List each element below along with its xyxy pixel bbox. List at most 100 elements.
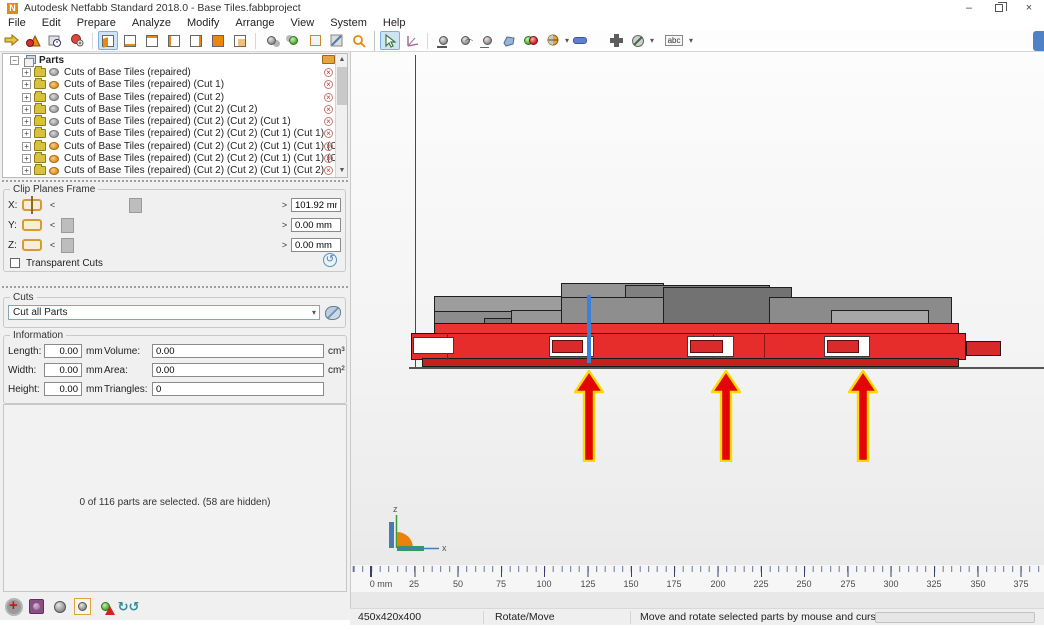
fit-view-button[interactable]	[499, 31, 519, 50]
slider-increase-button[interactable]: >	[280, 240, 289, 250]
menu-analyze[interactable]: Analyze	[124, 17, 179, 29]
menu-arrange[interactable]: Arrange	[227, 17, 282, 29]
clip-z-value-field[interactable]	[291, 238, 341, 252]
open-folder-icon[interactable]	[322, 55, 335, 64]
tree-row[interactable]: + Cuts of Base Tiles (repaired) (Cut 2) …	[3, 164, 347, 177]
add-part-analysis-button[interactable]	[67, 31, 87, 50]
pan-view-button[interactable]	[477, 31, 497, 50]
scroll-down-icon[interactable]: ▼	[336, 165, 347, 177]
tree-row[interactable]: + Cuts of Base Tiles (repaired) (Cut 1) …	[3, 78, 347, 91]
expand-icon[interactable]: +	[22, 129, 31, 139]
label-caret-icon[interactable]: ▾	[689, 36, 693, 45]
import-part-button[interactable]	[1, 31, 21, 50]
view-bottom-button[interactable]	[230, 31, 250, 50]
clip-x-value-field[interactable]	[291, 198, 341, 212]
clip-y-slider-thumb[interactable]	[61, 217, 74, 233]
cuts-dropdown[interactable]: Cut all Parts ▾	[8, 305, 320, 320]
scroll-up-icon[interactable]: ▲	[336, 54, 347, 66]
visibility-eye-icon[interactable]	[49, 129, 59, 138]
tree-row[interactable]: + Cuts of Base Tiles (repaired) (Cut 2) …	[3, 115, 347, 127]
length-field[interactable]	[44, 344, 82, 358]
view-top-button[interactable]	[208, 31, 228, 50]
remove-part-icon[interactable]: ×	[324, 166, 333, 176]
scrollbar-thumb[interactable]	[337, 67, 347, 105]
visibility-eye-icon[interactable]	[49, 166, 59, 175]
zoom-to-part-button[interactable]	[433, 31, 453, 50]
menu-help[interactable]: Help	[375, 17, 414, 29]
restore-button[interactable]	[984, 0, 1014, 16]
slider-decrease-button[interactable]: <	[48, 220, 57, 230]
menu-view[interactable]: View	[283, 17, 323, 29]
clip-z-slider-thumb[interactable]	[61, 237, 74, 253]
visibility-eye-icon[interactable]	[49, 68, 59, 77]
select-tool-button[interactable]	[380, 31, 400, 50]
clip-view-button[interactable]	[327, 31, 347, 50]
menu-system[interactable]: System	[322, 17, 375, 29]
tree-row[interactable]: + Cuts of Base Tiles (repaired) (Cut 2) …	[3, 127, 347, 140]
remove-part-icon[interactable]: ×	[324, 141, 333, 151]
width-field[interactable]	[44, 363, 82, 377]
volume-field[interactable]	[152, 344, 324, 358]
package-view-button[interactable]	[28, 598, 45, 615]
clip-y-value-field[interactable]	[291, 218, 341, 232]
execute-cut-icon[interactable]	[325, 305, 341, 320]
create-primitive-button[interactable]	[23, 31, 43, 50]
height-field[interactable]	[44, 382, 82, 396]
clip-plane-z-icon[interactable]	[22, 239, 42, 251]
docked-panel-edge[interactable]	[1033, 31, 1044, 51]
remove-part-icon[interactable]: ×	[324, 117, 333, 127]
visibility-eye-icon[interactable]	[49, 154, 59, 163]
3d-viewport[interactable]: z x 0 mm 25 50 75 100 125 150 175 200 22…	[350, 52, 1044, 608]
measure-button[interactable]	[570, 31, 590, 50]
move-tool-button[interactable]	[402, 31, 422, 50]
clip-z-slider[interactable]	[59, 237, 278, 253]
toggle-colors-button[interactable]	[521, 31, 541, 50]
visibility-eye-icon[interactable]	[49, 93, 59, 102]
part-info-button[interactable]	[45, 31, 65, 50]
visibility-eye-icon[interactable]	[49, 142, 59, 151]
tree-row[interactable]: + Cuts of Base Tiles (repaired) (Cut 2) …	[3, 90, 347, 103]
visibility-eye-icon[interactable]	[49, 117, 59, 126]
visibility-eye-icon[interactable]	[49, 105, 59, 114]
tree-scrollbar[interactable]: ▲ ▼	[335, 54, 347, 177]
clip-plane-line[interactable]	[587, 295, 591, 363]
menu-modify[interactable]: Modify	[179, 17, 227, 29]
remove-part-icon[interactable]: ×	[324, 129, 333, 139]
expand-icon[interactable]: +	[22, 141, 31, 151]
visibility-eye-icon[interactable]	[49, 80, 59, 89]
expand-icon[interactable]: +	[22, 92, 31, 102]
remove-part-icon[interactable]: ×	[324, 104, 333, 114]
label-tool-button[interactable]: abc	[661, 31, 687, 50]
view-back-button[interactable]	[142, 31, 162, 50]
expand-icon[interactable]: +	[22, 67, 31, 77]
menu-prepare[interactable]: Prepare	[69, 17, 124, 29]
area-field[interactable]	[152, 363, 324, 377]
view-left-button[interactable]	[164, 31, 184, 50]
cut-tool-button[interactable]	[628, 31, 648, 50]
expand-icon[interactable]: +	[22, 104, 31, 114]
reset-clip-button[interactable]: ↺	[323, 253, 337, 267]
menu-edit[interactable]: Edit	[34, 17, 69, 29]
transparent-cuts-checkbox[interactable]	[10, 258, 20, 268]
clip-y-slider[interactable]	[59, 217, 278, 233]
expand-icon[interactable]: +	[22, 166, 31, 176]
slider-increase-button[interactable]: >	[280, 200, 289, 210]
expand-icon[interactable]: +	[22, 117, 31, 127]
parts-root-row[interactable]: − Parts	[3, 54, 347, 68]
bounding-box-button[interactable]	[305, 31, 325, 50]
settings-add-button[interactable]	[5, 598, 22, 615]
clip-plane-y-icon[interactable]	[22, 219, 42, 231]
expand-icon[interactable]: +	[22, 80, 31, 90]
clip-plane-x-icon[interactable]	[22, 196, 42, 214]
tree-row[interactable]: + Cuts of Base Tiles (repaired) ×	[3, 65, 347, 78]
tree-row[interactable]: + Cuts of Base Tiles (repaired) (Cut 2) …	[3, 152, 347, 164]
active-view-mode-button[interactable]	[74, 598, 91, 615]
slider-increase-button[interactable]: >	[280, 220, 289, 230]
show-all-parts-button[interactable]	[261, 31, 281, 50]
remove-part-icon[interactable]: ×	[324, 80, 333, 90]
remove-part-icon[interactable]: ×	[324, 92, 333, 102]
section-sphere-button[interactable]	[543, 31, 563, 50]
rotate-view-button[interactable]: ⌒	[455, 31, 475, 50]
section-caret-icon[interactable]: ▾	[565, 36, 569, 45]
collapse-icon[interactable]: −	[10, 55, 19, 65]
